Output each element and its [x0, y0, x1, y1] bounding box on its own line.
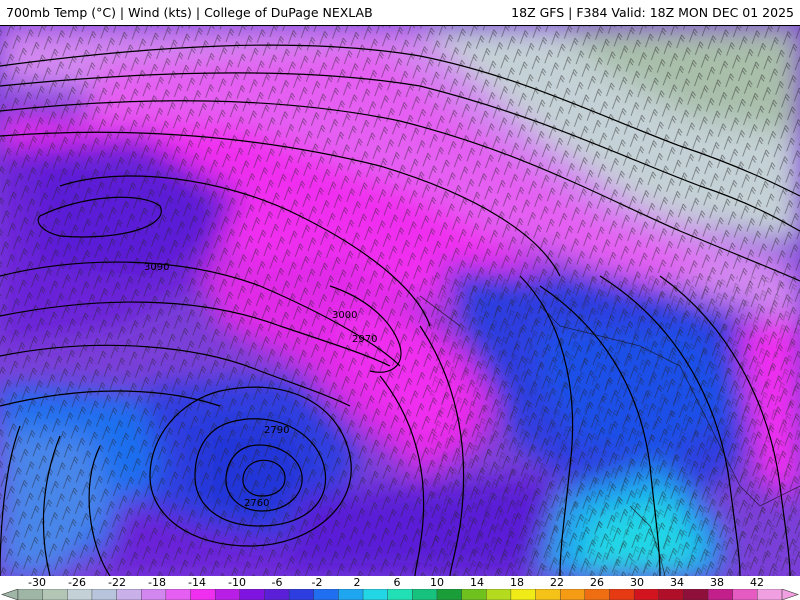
legend-color-swatch [683, 589, 709, 600]
legend-color-swatch [436, 589, 463, 600]
wind-barbs-layer-east [430, 276, 800, 576]
legend-color-swatch [264, 589, 290, 600]
legend-color-swatch [91, 589, 118, 600]
contour-label-2760: 2760 [244, 498, 269, 509]
legend-tick-label: 18 [510, 576, 524, 589]
contour-label-3000: 3000 [332, 310, 357, 321]
legend-tick-label: -22 [108, 576, 126, 589]
legend-color-swatch [633, 589, 660, 600]
legend-tick-label: 22 [550, 576, 564, 589]
legend-tick-label: -2 [311, 576, 323, 589]
legend-color-swatch [707, 589, 734, 600]
legend-color-swatch [141, 589, 167, 600]
legend-color-swatch [461, 589, 487, 600]
legend-tick-label: 14 [470, 576, 484, 589]
legend-color-bar [1, 589, 799, 600]
legend-tick-label: -18 [148, 576, 166, 589]
temperature-legend: -30 -26 -22 -18 -14 -10 -6 -2 2 6 10 14 18 22 26 30 34 38… [0, 576, 800, 600]
product-title: 700mb Temp (°C) | Wind (kts) | College o… [6, 5, 373, 20]
legend-color-swatch [190, 589, 216, 600]
legend-color-swatch [510, 589, 537, 600]
legend-tick-label: 6 [393, 576, 401, 589]
legend-color-swatch [338, 589, 364, 600]
legend-color-swatch [214, 589, 241, 600]
legend-color-swatch [486, 589, 512, 600]
legend-color-swatch [584, 589, 610, 600]
contour-label-3090: 3090 [144, 262, 169, 273]
legend-color-swatch [412, 589, 438, 600]
legend-color-swatch [67, 589, 93, 600]
legend-color-swatch [609, 589, 635, 600]
legend-color-swatch [732, 589, 758, 600]
legend-arrow-left [1, 589, 19, 600]
legend-color-swatch [559, 589, 586, 600]
valid-time-title: 18Z GFS | F384 Valid: 18Z MON DEC 01 202… [511, 5, 794, 20]
legend-tick-label: 38 [710, 576, 724, 589]
legend-tick-label: 34 [670, 576, 684, 589]
legend-tick-label: -30 [28, 576, 46, 589]
legend-color-swatch [362, 589, 389, 600]
legend-color-swatch [165, 589, 192, 600]
legend-tick-label: 2 [353, 576, 361, 589]
legend-tick-label: -14 [188, 576, 206, 589]
legend-tick-label: 10 [430, 576, 444, 589]
legend-color-swatch [658, 589, 684, 600]
legend-tick-label: -26 [68, 576, 86, 589]
legend-tick-label: 42 [750, 576, 764, 589]
legend-tick-label: -10 [228, 576, 246, 589]
legend-color-swatch [535, 589, 561, 600]
legend-tick-label: 30 [630, 576, 644, 589]
legend-color-swatch [239, 589, 265, 600]
contour-label-2790: 2790 [264, 425, 289, 436]
legend-color-swatch [116, 589, 142, 600]
weather-model-viewer: 700mb Temp (°C) | Wind (kts) | College o… [0, 0, 800, 600]
legend-color-swatch [313, 589, 339, 600]
legend-tick-label: -6 [271, 576, 283, 589]
map-header: 700mb Temp (°C) | Wind (kts) | College o… [0, 0, 800, 26]
map-canvas: 3090 3000 2970 2790 2760 [0, 26, 800, 576]
legend-color-swatch [42, 589, 68, 600]
legend-tick-labels: -30 -26 -22 -18 -14 -10 -6 -2 2 6 10 14 18 22 26 30 34 38… [0, 576, 800, 589]
legend-arrow-right [781, 589, 799, 600]
legend-tick-label: 26 [590, 576, 604, 589]
legend-color-swatch [757, 589, 783, 600]
temperature-map[interactable]: 3090 3000 2970 2790 2760 [0, 26, 800, 576]
contour-label-2970: 2970 [352, 334, 377, 345]
legend-color-swatch [17, 589, 44, 600]
legend-color-swatch [288, 589, 315, 600]
legend-color-swatch [387, 589, 413, 600]
